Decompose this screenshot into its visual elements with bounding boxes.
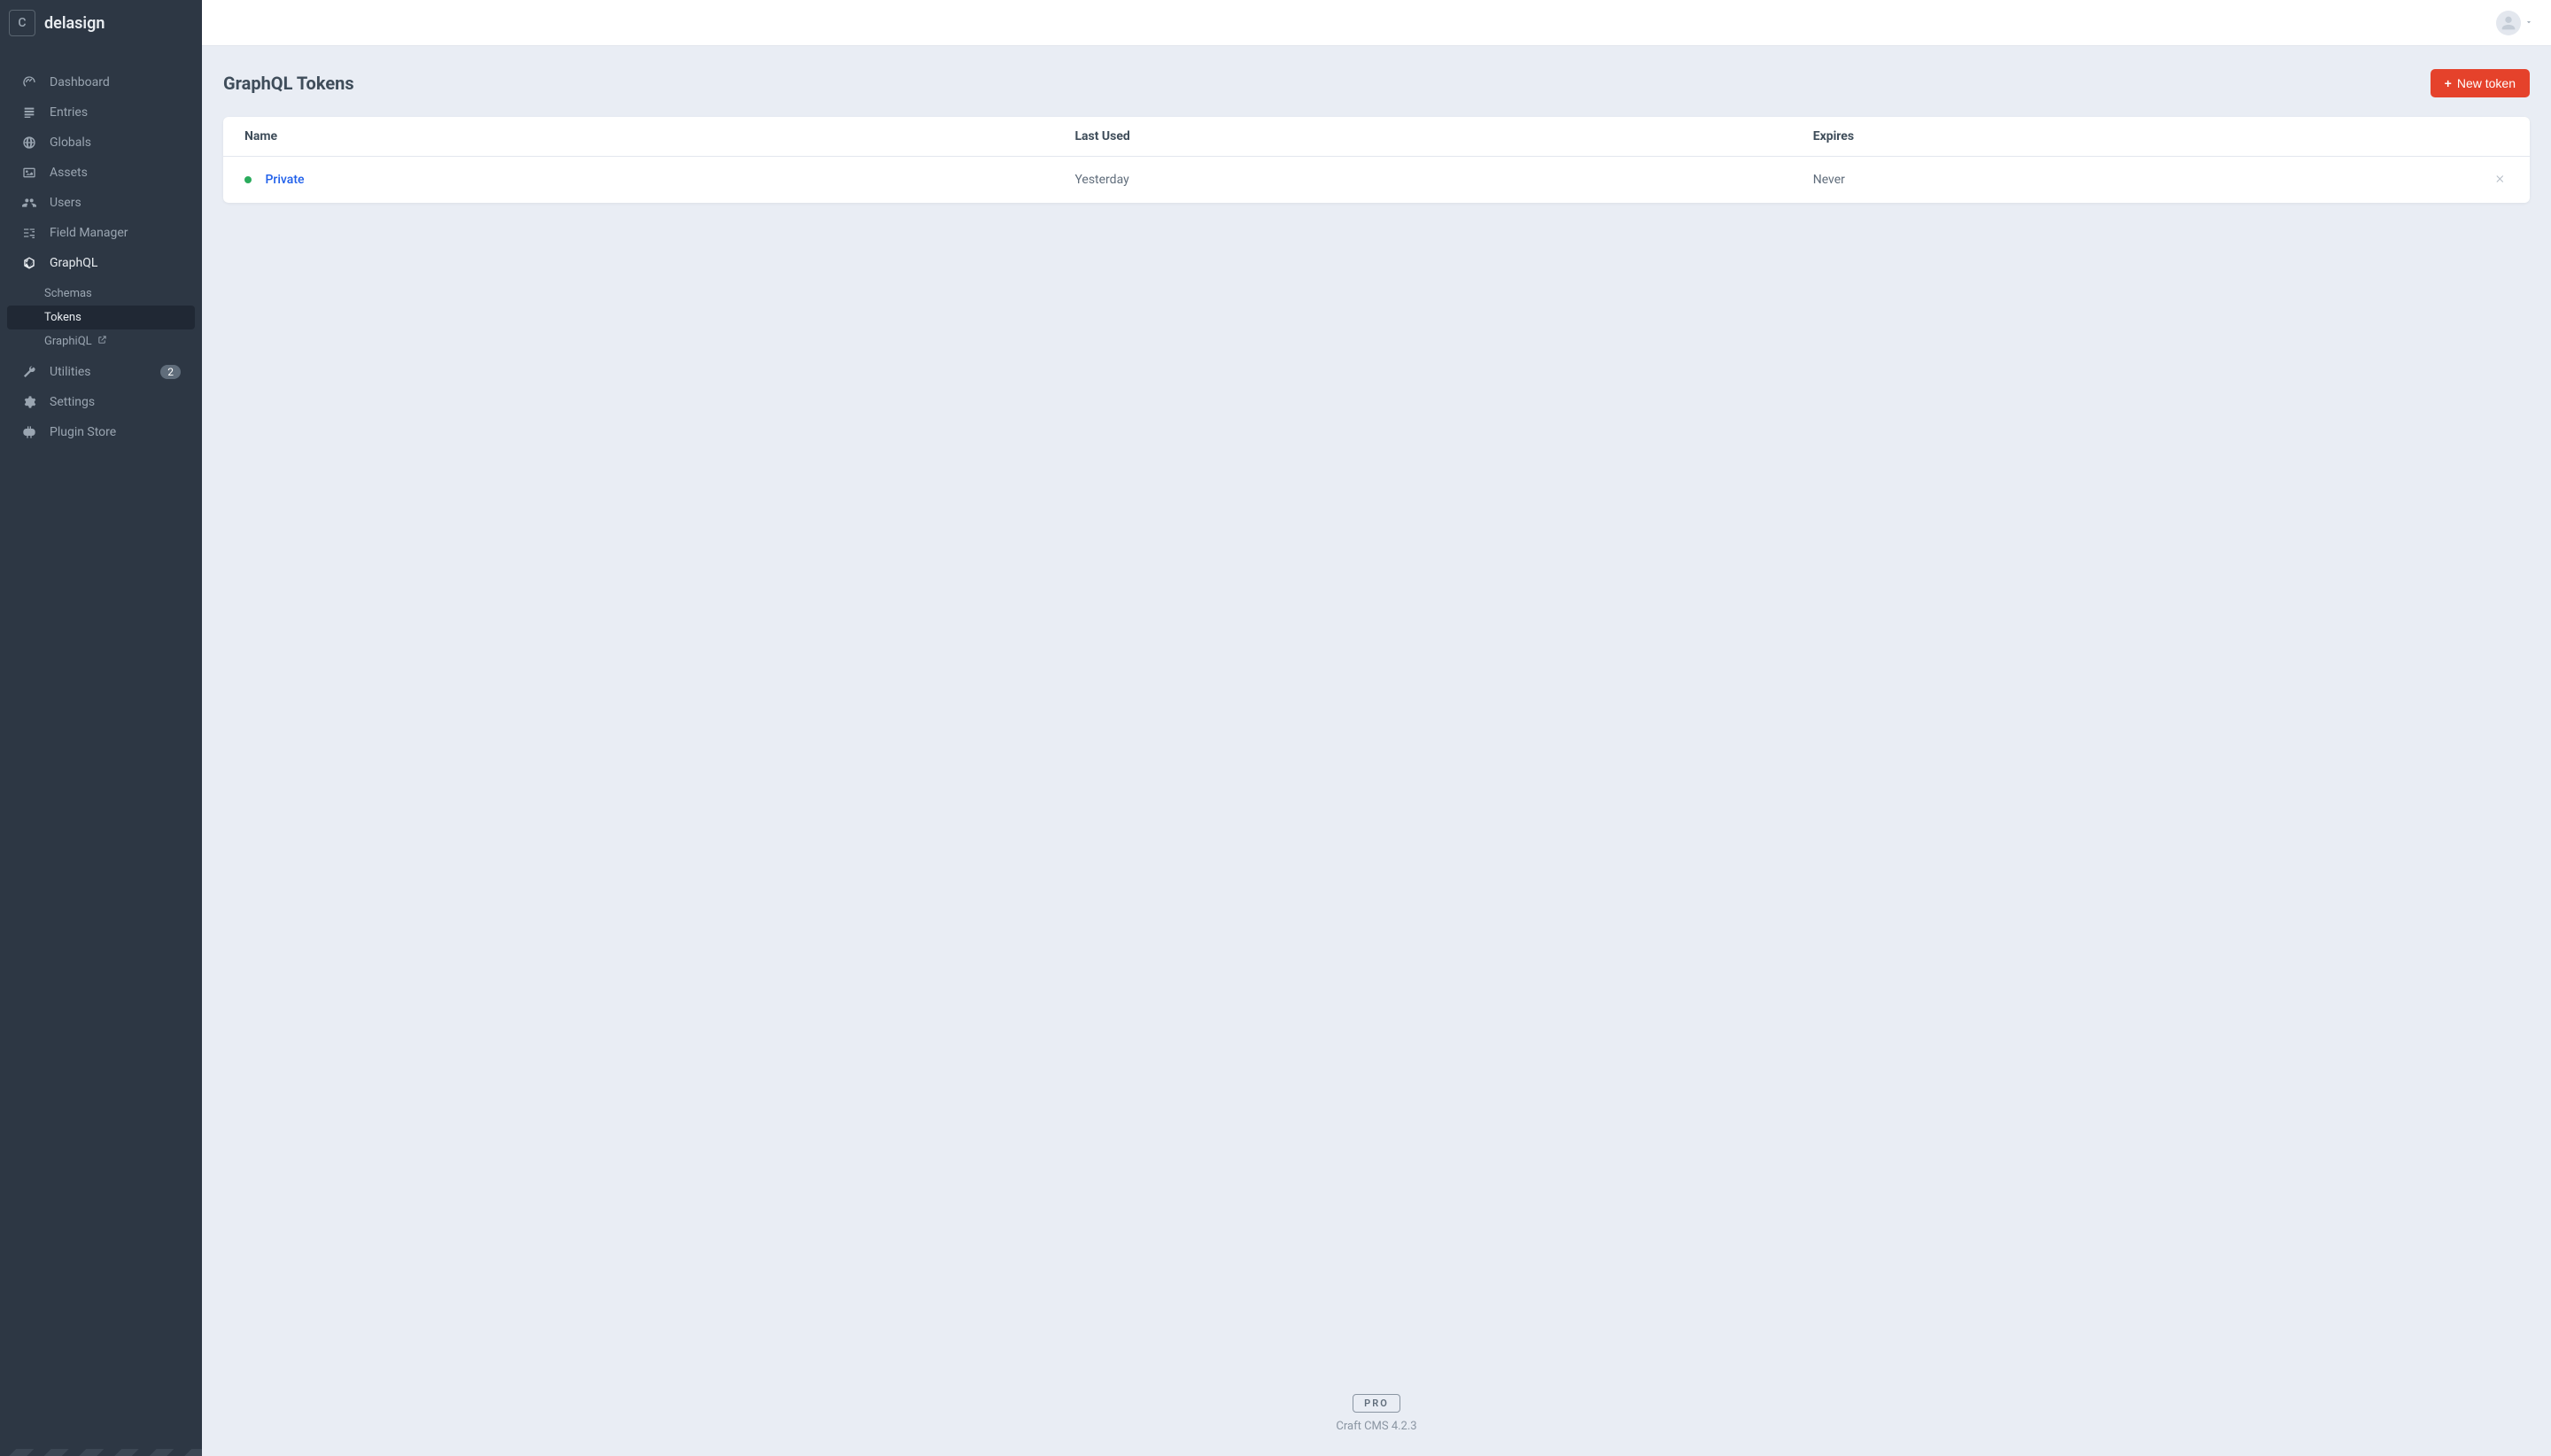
- cell-expires: Never: [1792, 157, 2392, 204]
- main-area: GraphQL Tokens + New token Name Last Use…: [202, 0, 2551, 1456]
- nav-label: Settings: [50, 395, 95, 409]
- subnav-schemas[interactable]: Schemas: [7, 282, 195, 306]
- tokens-table: Name Last Used Expires Private Y: [223, 117, 2530, 203]
- footer-version: Craft CMS 4.2.3: [223, 1420, 2530, 1433]
- entries-icon: [21, 105, 37, 120]
- pro-badge[interactable]: PRO: [1353, 1394, 1400, 1413]
- topbar: [202, 0, 2551, 46]
- nav-entries[interactable]: Entries: [0, 97, 202, 128]
- external-link-icon: [97, 335, 107, 348]
- wrench-icon: [21, 364, 37, 380]
- token-link[interactable]: Private: [265, 173, 304, 187]
- table-header-row: Name Last Used Expires: [223, 117, 2530, 157]
- nav-plugin-store[interactable]: Plugin Store: [0, 417, 202, 447]
- globe-icon: [21, 135, 37, 151]
- nav-utilities[interactable]: Utilities 2: [0, 357, 202, 387]
- nav-label: Users: [50, 196, 81, 210]
- delete-token-button[interactable]: [2491, 169, 2508, 190]
- subnav-tokens[interactable]: Tokens: [7, 306, 195, 329]
- nav-label: Plugin Store: [50, 425, 116, 439]
- plug-icon: [21, 424, 37, 440]
- site-name: delasign: [44, 14, 105, 33]
- th-last-used[interactable]: Last Used: [1053, 117, 1791, 157]
- plus-icon: +: [2445, 76, 2452, 90]
- table-row: Private Yesterday Never: [223, 157, 2530, 204]
- close-icon: [2494, 174, 2505, 184]
- subnav-label: GraphiQL: [44, 335, 92, 348]
- nav-globals[interactable]: Globals: [0, 128, 202, 158]
- sidebar: C delasign Dashboard Entries Gl: [0, 0, 202, 1456]
- cell-name: Private: [223, 157, 1053, 204]
- page-title: GraphQL Tokens: [223, 73, 354, 94]
- sidebar-nav: Dashboard Entries Globals Assets: [0, 46, 202, 1456]
- nav-label: Assets: [50, 166, 88, 180]
- sidebar-header[interactable]: C delasign: [0, 0, 202, 46]
- content: GraphQL Tokens + New token Name Last Use…: [202, 46, 2551, 1456]
- nav-label: Dashboard: [50, 75, 110, 89]
- sidebar-footer-stripes: [0, 1449, 202, 1456]
- graphql-icon: [21, 255, 37, 271]
- subnav-label: Schemas: [44, 287, 92, 300]
- graphql-subnav: Schemas Tokens GraphiQL: [0, 278, 202, 357]
- nav-label: Globals: [50, 136, 91, 150]
- th-actions: [2392, 117, 2530, 157]
- site-logo-letter: C: [18, 16, 26, 30]
- image-icon: [21, 165, 37, 181]
- nav-dashboard[interactable]: Dashboard: [0, 67, 202, 97]
- subnav-label: Tokens: [44, 311, 81, 324]
- subnav-graphiql[interactable]: GraphiQL: [7, 329, 195, 353]
- nav-settings[interactable]: Settings: [0, 387, 202, 417]
- nav-field-manager[interactable]: Field Manager: [0, 218, 202, 248]
- site-logo: C: [9, 10, 35, 36]
- nav-users[interactable]: Users: [0, 188, 202, 218]
- cell-actions: [2392, 157, 2530, 204]
- th-name[interactable]: Name: [223, 117, 1053, 157]
- tokens-panel: Name Last Used Expires Private Y: [223, 117, 2530, 203]
- utilities-badge: 2: [160, 365, 181, 379]
- cell-last-used: Yesterday: [1053, 157, 1791, 204]
- new-token-button[interactable]: + New token: [2431, 69, 2530, 97]
- th-expires[interactable]: Expires: [1792, 117, 2392, 157]
- avatar: [2496, 11, 2521, 35]
- nav-label: Utilities: [50, 365, 91, 379]
- field-manager-icon: [21, 225, 37, 241]
- user-menu[interactable]: [2496, 11, 2533, 35]
- footer: PRO Craft CMS 4.2.3: [223, 1359, 2530, 1433]
- nav-graphql[interactable]: GraphQL: [0, 248, 202, 278]
- nav-label: Entries: [50, 105, 88, 120]
- nav-label: GraphQL: [50, 256, 97, 270]
- gear-icon: [21, 394, 37, 410]
- users-icon: [21, 195, 37, 211]
- nav-assets[interactable]: Assets: [0, 158, 202, 188]
- new-token-label: New token: [2457, 76, 2516, 90]
- status-dot-icon: [244, 176, 252, 183]
- dashboard-icon: [21, 74, 37, 90]
- content-header: GraphQL Tokens + New token: [223, 69, 2530, 97]
- nav-label: Field Manager: [50, 226, 128, 240]
- chevron-down-icon: [2524, 16, 2533, 30]
